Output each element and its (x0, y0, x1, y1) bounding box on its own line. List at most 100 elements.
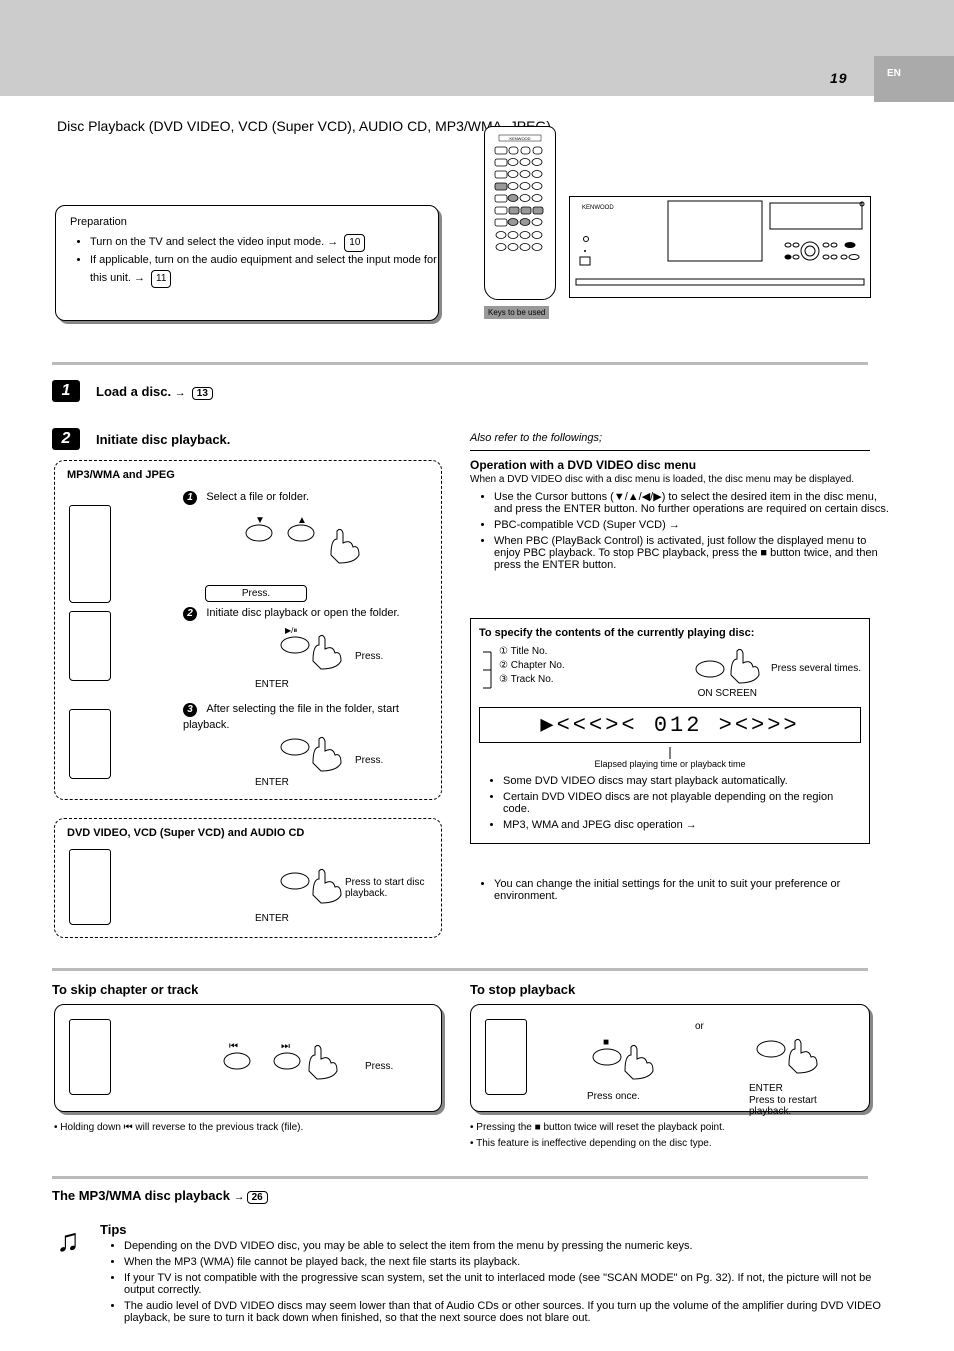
hand-icon-1 (325, 525, 365, 568)
page-number: 19 (830, 70, 848, 86)
substep-1-num: 1 (183, 491, 197, 505)
updown-icon: ▼▲ (245, 513, 335, 556)
stop-note-2: • This feature is ineffective depending … (470, 1138, 870, 1149)
skip-box: ⏮ ⏭ Press. (54, 1004, 442, 1112)
onscreen-info-box: To specify the contents of the currently… (470, 618, 870, 844)
onscreen-btn: ON SCREEN (690, 688, 765, 699)
hand-icon-6 (619, 1041, 659, 1084)
hand-icon-2 (307, 631, 347, 674)
substep-2-text: Initiate disc playback or open the folde… (206, 607, 399, 619)
divider-1 (52, 362, 868, 365)
remote-mini-5 (69, 1019, 111, 1095)
dvd-notes-intro: Also refer to the followings; (470, 432, 602, 444)
preparation-label: Preparation (70, 216, 424, 228)
lcd-caption: Elapsed playing time or playback time (594, 759, 745, 769)
mp3-operation-box: MP3/WMA and JPEG 1 Select a file or fold… (54, 460, 442, 800)
hand-icon-7 (783, 1035, 823, 1078)
tip-1: Depending on the DVD VIDEO disc, you may… (124, 1240, 894, 1252)
svg-text:▶/⏸: ▶/⏸ (285, 626, 297, 635)
menu-heading: Operation with a DVD VIDEO disc menu (470, 458, 696, 472)
keys-used-label-main: Keys to be used (484, 306, 549, 319)
stop-note-1: • Pressing the ■ button twice will reset… (470, 1122, 870, 1133)
language-tag: EN (887, 68, 901, 79)
bottom-text: The MP3/WMA disc playback 26 (52, 1188, 268, 1203)
tips-icon: ♫ (56, 1222, 80, 1259)
dvd-note-2: PBC-compatible VCD (Super VCD) → (494, 519, 890, 531)
skip-label: Press. (365, 1061, 393, 1072)
substep-2-label: Press. (355, 651, 383, 662)
svg-text:KENWOOD: KENWOOD (509, 136, 530, 141)
section-title: Disc Playback (DVD VIDEO, VCD (Super VCD… (57, 118, 551, 134)
tip-3: If your TV is not compatible with the pr… (124, 1272, 894, 1296)
stop-box: ■ Press once. or ENTER Press to restart … (470, 1004, 870, 1112)
svg-text:⏭: ⏭ (281, 1041, 290, 1052)
stop-btn2: ENTER (749, 1083, 783, 1094)
tips-heading: Tips (100, 1222, 127, 1237)
svg-text:▼: ▼ (255, 515, 265, 526)
skip-note: • Holding down ⏮ will reverse to the pre… (54, 1122, 454, 1133)
dvd-note-3: When PBC (PlayBack Control) is activated… (494, 535, 890, 571)
step-2-title: Initiate disc playback. (96, 432, 230, 447)
circ-2: ② (499, 660, 508, 671)
substep-3-btn: ENTER (255, 777, 289, 788)
step-badge-2: 2 (52, 428, 80, 450)
divider-2 (52, 968, 868, 971)
notes-divider (470, 450, 870, 451)
last-note: You can change the initial settings for … (494, 878, 890, 902)
hand-icon-4 (307, 865, 347, 908)
player-unit-illustration: KENWOOD (569, 196, 871, 298)
substep-3-text: After selecting the file in the folder, … (183, 703, 399, 731)
substep-1-text: Select a file or folder. (206, 491, 309, 503)
stop-header: To stop playback (470, 982, 575, 997)
dvd-box-header: DVD VIDEO, VCD (Super VCD) and AUDIO CD (67, 827, 304, 839)
preparation-panel: Preparation Turn on the TV and select th… (55, 205, 439, 321)
remote-mini-3 (69, 709, 111, 779)
remote-mini-4 (69, 849, 111, 925)
onscreen-sub-heading: To specify the contents of the currently… (479, 627, 861, 639)
svg-text:■: ■ (603, 1037, 609, 1048)
remote-illustration: KENWOOD (484, 126, 556, 300)
post-note-1: Some DVD VIDEO discs may start playback … (503, 775, 861, 787)
dvd-box-label: Press to start disc playback. (345, 877, 431, 899)
step-badge-1: 1 (52, 380, 80, 402)
substep-2-btn: ENTER (255, 679, 289, 690)
language-tab (874, 56, 954, 102)
prep-item-1: Turn on the TV and select the video inpu… (90, 234, 438, 252)
page-ref-26: 26 (247, 1191, 268, 1204)
hand-icon-3 (307, 733, 347, 776)
dvd-note-1: Use the Cursor buttons (▼/▲/◀/▶) to sele… (494, 490, 890, 515)
substep-2-num: 2 (183, 607, 197, 621)
substep-3-label: Press. (355, 755, 383, 766)
post-note-3: MP3, WMA and JPEG disc operation → (503, 819, 861, 831)
tip-2: When the MP3 (WMA) file cannot be played… (124, 1256, 894, 1268)
svg-text:KENWOOD: KENWOOD (582, 205, 614, 211)
menu-desc: When a DVD VIDEO disc with a disc menu i… (470, 474, 870, 485)
page-header-bar (0, 0, 954, 96)
substep-3-num: 3 (183, 703, 197, 717)
svg-text:⏮: ⏮ (229, 1041, 238, 1052)
circ-3: ③ (499, 674, 508, 685)
skip-header: To skip chapter or track (52, 982, 198, 997)
page-ref-11: 11 (151, 270, 171, 288)
page-ref-13: 13 (192, 387, 213, 400)
post-note-2: Certain DVD VIDEO discs are not playable… (503, 791, 861, 815)
prep-item-2: If applicable, turn on the audio equipme… (90, 252, 438, 288)
mp3-box-header: MP3/WMA and JPEG (67, 469, 175, 481)
onscreen-btn-label: Press several times. (771, 663, 861, 674)
svg-text:▲: ▲ (297, 515, 307, 526)
hand-icon-5 (303, 1041, 343, 1084)
divider-3 (52, 1176, 868, 1179)
stop-or: or (695, 1021, 704, 1032)
dvd-box-btn: ENTER (255, 913, 289, 924)
tip-4: The audio level of DVD VIDEO discs may s… (124, 1300, 894, 1324)
lcd-display: ▶<<<>< 012 ><>>> (479, 707, 861, 743)
step-1-title: Load a disc. 13 (96, 384, 213, 400)
remote-mini-2 (69, 611, 111, 681)
substep-1-label: Press. (205, 585, 307, 602)
remote-mini-6 (485, 1019, 527, 1095)
remote-mini-1 (69, 505, 111, 603)
page-ref-10: 10 (344, 234, 365, 252)
stop-btn2-label: Press to restart playback. (749, 1095, 859, 1117)
dvd-operation-box: DVD VIDEO, VCD (Super VCD) and AUDIO CD … (54, 818, 442, 938)
circ-1: ① (499, 646, 508, 657)
